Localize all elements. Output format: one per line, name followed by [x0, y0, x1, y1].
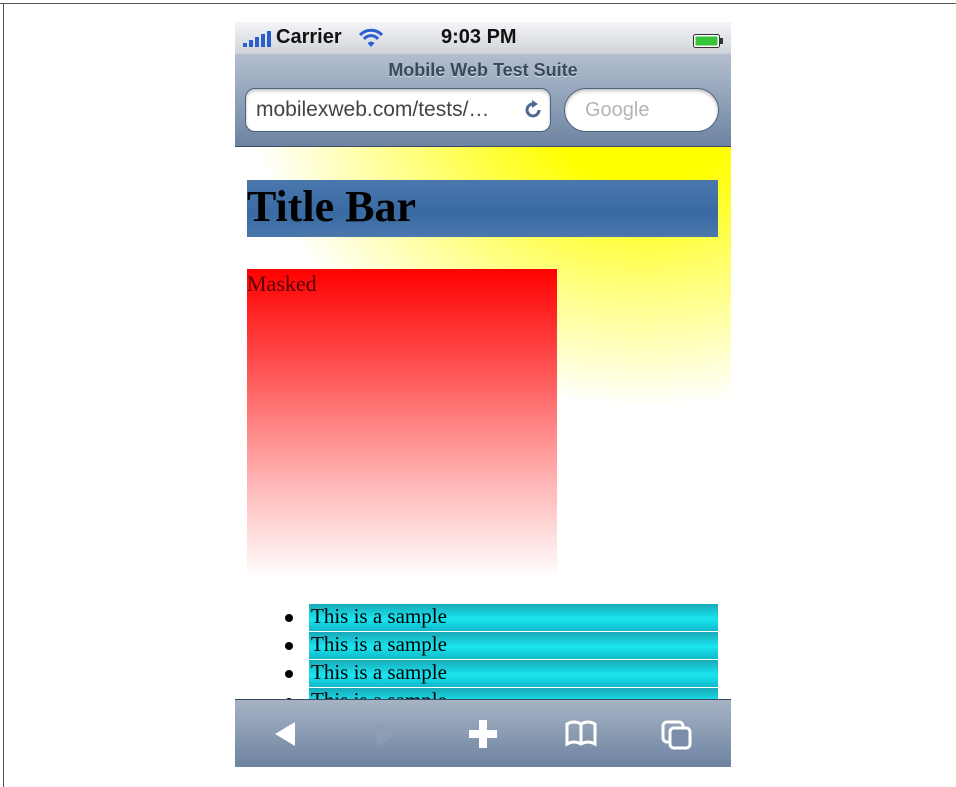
frame-border-top	[0, 3, 956, 4]
pages-icon[interactable]	[657, 716, 697, 752]
title-bar-banner: Title Bar	[247, 180, 718, 237]
frame-border-left	[3, 3, 4, 787]
title-bar-heading: Title Bar	[247, 182, 417, 231]
list-item: This is a sample	[285, 688, 718, 699]
address-bar[interactable]: mobilexweb.com/tests/…	[245, 88, 551, 132]
bullet-icon	[285, 614, 293, 622]
carrier-name: Carrier	[276, 26, 342, 48]
status-bar: Carrier 9:03 PM	[235, 22, 731, 54]
list-item-text: This is a sample	[311, 604, 447, 628]
browser-toolbar: Mobile Web Test Suite mobilexweb.com/tes…	[235, 54, 731, 147]
list-item: This is a sample	[285, 660, 718, 687]
list-item-text: This is a sample	[311, 688, 447, 699]
bullet-icon	[285, 642, 293, 650]
reload-icon[interactable]	[522, 99, 544, 121]
back-icon[interactable]	[267, 716, 307, 752]
page-title: Mobile Web Test Suite	[388, 60, 578, 80]
web-content: Title Bar Masked This is a sample This i…	[235, 147, 731, 699]
bottom-toolbar	[235, 699, 731, 767]
clock-time: 9:03 PM	[441, 26, 517, 48]
list-item-text: This is a sample	[311, 660, 447, 684]
signal-icon	[243, 30, 273, 47]
url-text[interactable]: mobilexweb.com/tests/…	[256, 98, 489, 122]
list-item: This is a sample	[285, 604, 718, 631]
list-item-text: This is a sample	[311, 632, 447, 656]
list-item: This is a sample	[285, 632, 718, 659]
search-placeholder: Google	[585, 99, 650, 121]
battery-icon	[693, 31, 723, 48]
masked-label: Masked	[247, 271, 317, 296]
forward-icon[interactable]	[365, 716, 405, 752]
wifi-icon	[358, 28, 384, 48]
add-icon[interactable]	[463, 716, 503, 752]
bullet-icon	[285, 670, 293, 678]
bookmarks-icon[interactable]	[561, 716, 601, 752]
iphone-screen: Carrier 9:03 PM Mobile Web Test Suite mo…	[235, 22, 731, 767]
masked-box: Masked	[247, 269, 557, 579]
search-input[interactable]: Google	[564, 88, 719, 132]
